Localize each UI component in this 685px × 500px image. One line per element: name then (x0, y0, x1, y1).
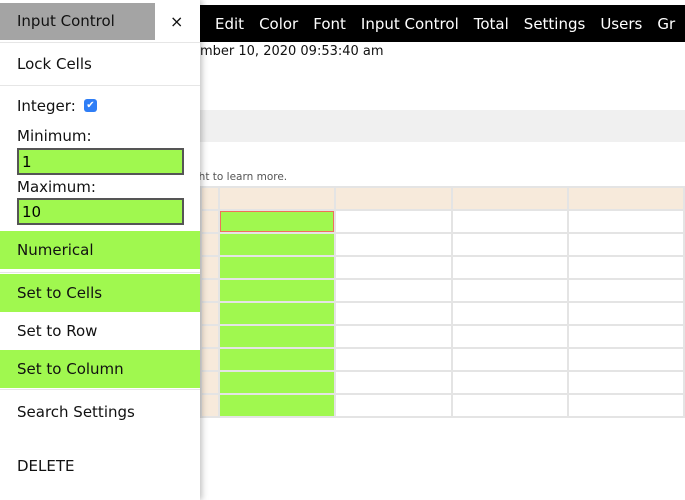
cell[interactable] (566, 232, 685, 257)
table-row (199, 301, 685, 326)
integer-label: Integer: (17, 97, 76, 115)
minimum-input[interactable] (17, 148, 184, 175)
menu-users[interactable]: Users (600, 15, 642, 33)
cell[interactable] (450, 370, 569, 395)
column-header[interactable] (218, 186, 337, 211)
set-to-row-button[interactable]: Set to Row (0, 312, 200, 350)
search-settings-button[interactable]: Search Settings (0, 393, 200, 431)
cell[interactable] (334, 255, 453, 280)
sidebar-title: Input Control (0, 3, 155, 40)
cell[interactable] (334, 324, 453, 349)
input-control-sidebar: Input Control × Lock Cells Integer: ✔ Mi… (0, 0, 200, 500)
divider (0, 85, 200, 86)
numerical-button[interactable]: Numerical (0, 231, 200, 269)
cell[interactable] (218, 301, 337, 326)
divider (0, 389, 200, 390)
menu-edit[interactable]: Edit (215, 15, 244, 33)
table-row (199, 232, 685, 257)
toolbar-band (200, 110, 685, 142)
cell[interactable] (334, 347, 453, 372)
cell[interactable] (450, 301, 569, 326)
table-row (199, 255, 685, 280)
cell[interactable] (218, 324, 337, 349)
menu-settings[interactable]: Settings (524, 15, 586, 33)
spreadsheet-grid (199, 186, 685, 418)
cell[interactable] (450, 393, 569, 418)
row-header[interactable] (199, 232, 221, 257)
cell[interactable] (450, 232, 569, 257)
date-text: ember 10, 2020 09:53:40 am (192, 44, 384, 59)
integer-checkbox[interactable]: ✔ (84, 99, 97, 112)
menu-input-control[interactable]: Input Control (361, 15, 459, 33)
row-header[interactable] (199, 278, 221, 303)
row-header[interactable] (199, 301, 221, 326)
cell[interactable] (334, 232, 453, 257)
cell[interactable] (566, 301, 685, 326)
cell[interactable] (334, 393, 453, 418)
cell[interactable] (450, 255, 569, 280)
table-row (199, 278, 685, 303)
divider (0, 272, 200, 273)
top-menu-bar: Edit Color Font Input Control Total Sett… (200, 5, 685, 42)
table-row (199, 324, 685, 349)
set-to-column-button[interactable]: Set to Column (0, 350, 200, 388)
row-header[interactable] (199, 255, 221, 280)
row-header[interactable] (199, 186, 221, 211)
set-to-cells-button[interactable]: Set to Cells (0, 274, 200, 312)
menu-total[interactable]: Total (474, 15, 509, 33)
cell[interactable] (566, 347, 685, 372)
maximum-input[interactable] (17, 198, 184, 225)
hint-text: ght to learn more. (192, 171, 288, 183)
cell[interactable] (218, 278, 337, 303)
divider (0, 42, 200, 43)
cell[interactable] (334, 301, 453, 326)
minimum-label: Minimum: (17, 127, 92, 145)
cell[interactable] (566, 393, 685, 418)
cell[interactable] (566, 278, 685, 303)
column-header[interactable] (450, 186, 569, 211)
menu-color[interactable]: Color (259, 15, 298, 33)
table-row (199, 209, 685, 234)
cell[interactable] (334, 209, 453, 234)
maximum-label: Maximum: (17, 178, 96, 196)
row-header[interactable] (199, 347, 221, 372)
cell[interactable] (566, 255, 685, 280)
cell[interactable] (218, 209, 337, 234)
cell[interactable] (566, 370, 685, 395)
cell[interactable] (334, 278, 453, 303)
header-row (199, 186, 685, 211)
lock-cells-button[interactable]: Lock Cells (0, 45, 200, 83)
table-row (199, 370, 685, 395)
menu-font[interactable]: Font (313, 15, 346, 33)
cell[interactable] (218, 255, 337, 280)
cell[interactable] (334, 370, 453, 395)
cell[interactable] (450, 324, 569, 349)
row-header[interactable] (199, 324, 221, 349)
cell[interactable] (566, 324, 685, 349)
cell[interactable] (218, 370, 337, 395)
table-row (199, 347, 685, 372)
row-header[interactable] (199, 209, 221, 234)
close-icon[interactable]: × (170, 12, 183, 31)
cell[interactable] (450, 209, 569, 234)
row-header[interactable] (199, 370, 221, 395)
cell[interactable] (218, 232, 337, 257)
column-header[interactable] (334, 186, 453, 211)
table-row (199, 393, 685, 418)
cell[interactable] (450, 347, 569, 372)
row-header[interactable] (199, 393, 221, 418)
menu-gr[interactable]: Gr (657, 15, 675, 33)
column-header[interactable] (566, 186, 685, 211)
cell[interactable] (566, 209, 685, 234)
delete-button[interactable]: DELETE (0, 447, 200, 485)
check-icon: ✔ (86, 100, 95, 111)
cell[interactable] (218, 347, 337, 372)
cell[interactable] (218, 393, 337, 418)
cell[interactable] (450, 278, 569, 303)
